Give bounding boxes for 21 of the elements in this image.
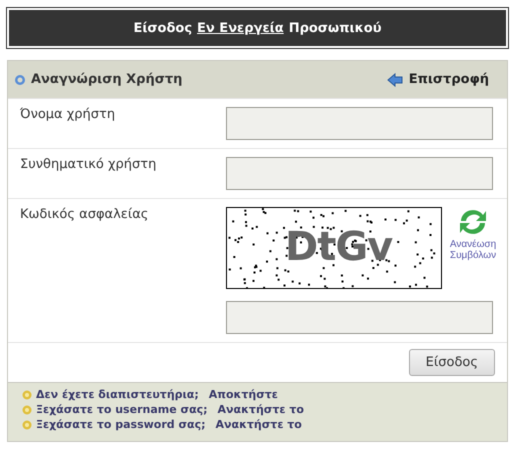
back-link[interactable]: Επιστροφή <box>386 72 489 87</box>
arrow-left-icon <box>386 72 403 86</box>
help-text: Ξεχάσατε το password σας; <box>36 418 206 431</box>
captcha-image: DtGv <box>226 207 442 289</box>
page-title: Προσωπικού <box>288 20 382 36</box>
field-label: Όνομα χρήστη <box>20 107 116 124</box>
input-field[interactable] <box>226 301 493 334</box>
title-link[interactable]: Εν Ενεργεία <box>197 20 284 36</box>
page-title: Είσοδος <box>133 20 192 36</box>
input-field[interactable] <box>226 107 493 140</box>
input-field[interactable] <box>226 157 493 190</box>
help-link[interactable]: Ανακτήστε το <box>216 418 302 431</box>
field-label: Συνθηματικό χρήστη <box>20 157 158 174</box>
help-text: Δεν έχετε διαπιστευτήρια; <box>36 388 199 401</box>
help-text: Ξεχάσατε το username σας; <box>36 403 208 416</box>
login-button[interactable]: Είσοδος <box>408 349 495 376</box>
refresh-link[interactable]: Ανανέωση Συμβόλων <box>448 207 498 261</box>
panel-heading: Αναγνώριση Χρήστη <box>31 72 182 87</box>
field-label: Κωδικός ασφαλείας <box>20 207 150 224</box>
help-link[interactable]: Ανακτήστε το <box>218 403 304 416</box>
help-link[interactable]: Αποκτήστε <box>208 388 278 401</box>
